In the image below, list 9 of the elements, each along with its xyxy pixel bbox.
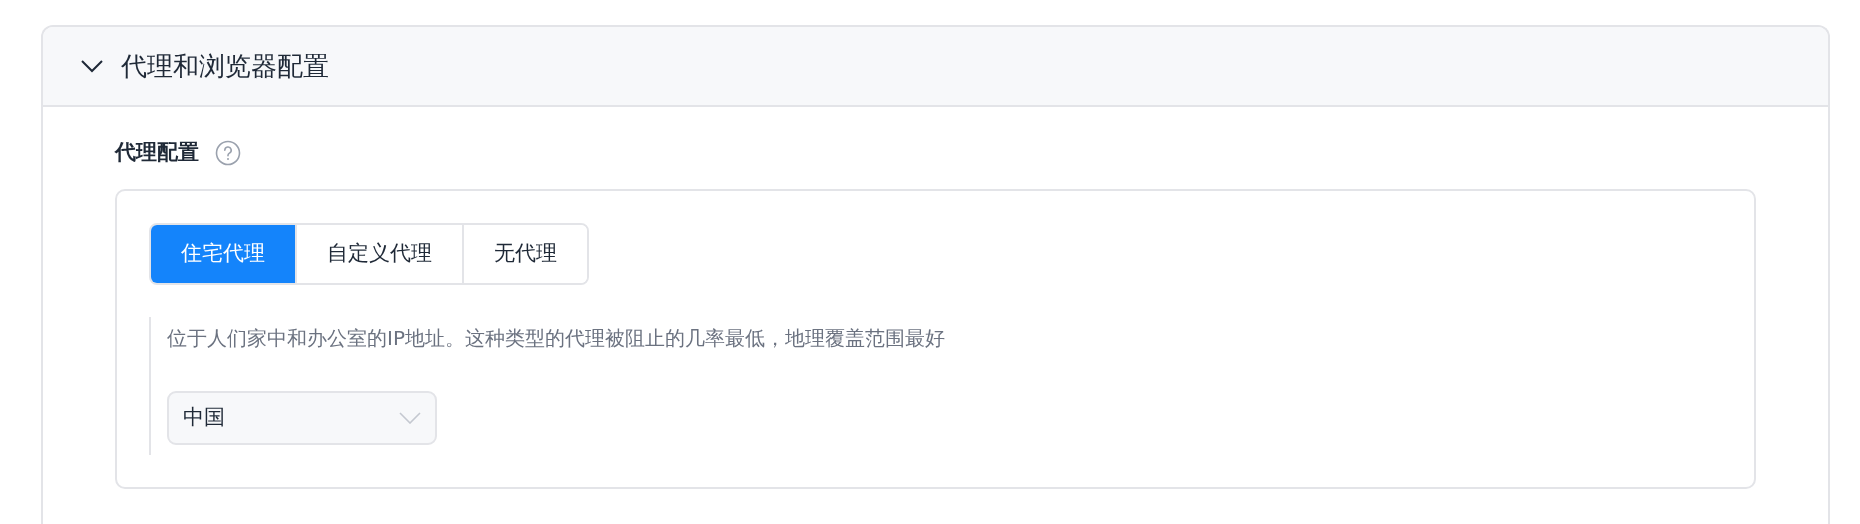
proxy-tab[interactable]: 无代理 <box>462 224 587 283</box>
chevron-icon[interactable] <box>81 59 103 73</box>
field-label: 代理配置 <box>115 139 199 166</box>
proxy-tab[interactable]: 住宅代理 <box>151 224 295 283</box>
description-text: 位于人们家中和办公室的IP地址。这种类型的代理被阻止的几率最低，地理覆盖范围最好 <box>167 324 946 352</box>
caret-icon <box>399 411 421 424</box>
section-title: 代理和浏览器配置 <box>121 49 329 83</box>
help-icon[interactable] <box>215 139 241 166</box>
country-select[interactable]: 中国 <box>167 390 437 445</box>
